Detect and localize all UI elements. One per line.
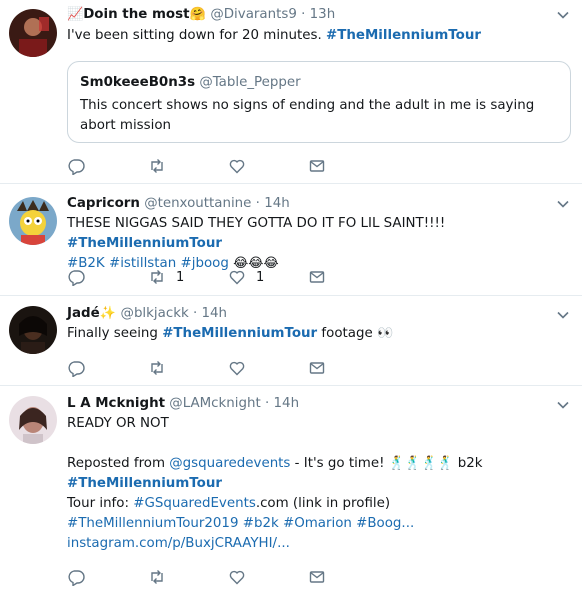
- tweet-actions: 1 1: [67, 266, 487, 288]
- quoted-tweet-text: This concert shows no signs of ending an…: [80, 98, 535, 133]
- separator-dot: ·: [255, 196, 260, 211]
- heart-icon: [228, 268, 246, 286]
- tweet[interactable]: 📈Doin the most🤗 @Divarants9 · 13h I've b…: [0, 0, 582, 184]
- like-button[interactable]: [228, 155, 246, 177]
- timestamp[interactable]: 14h: [264, 196, 290, 211]
- chevron-down-icon[interactable]: [556, 197, 570, 211]
- user-handle[interactable]: @LAMcknight: [169, 396, 260, 411]
- avatar[interactable]: [9, 396, 57, 444]
- avatar[interactable]: [9, 306, 57, 354]
- timeline-feed: 📈Doin the most🤗 @Divarants9 · 13h I've b…: [0, 0, 582, 600]
- hashtag-link[interactable]: #TheMillenniumTour: [326, 28, 481, 43]
- external-link[interactable]: instagram.com/p/BuxjCRAAYHI/...: [67, 536, 290, 551]
- direct-message-button[interactable]: [308, 155, 326, 177]
- dancer-emoji: 🕺🕺🕺🕺: [388, 456, 454, 471]
- display-name[interactable]: L A Mcknight: [67, 396, 165, 411]
- heart-icon: [228, 157, 246, 175]
- tweet-text: THESE NIGGAS SAID THEY GOTTA DO IT FO LI…: [67, 216, 446, 271]
- hashtag-link[interactable]: #TheMillenniumTour: [162, 326, 317, 341]
- separator-dot: ·: [192, 306, 198, 321]
- hashtag-link[interactable]: #TheMillenniumTour: [67, 236, 222, 251]
- hashtag-link[interactable]: #GSquaredEvents: [133, 496, 256, 511]
- retweet-icon: [148, 157, 166, 175]
- direct-message-button[interactable]: [308, 357, 326, 379]
- tweet-actions: [67, 155, 487, 177]
- tweet-actions: [67, 566, 487, 588]
- hug-emoji: 🤗: [189, 7, 206, 22]
- avatar[interactable]: [9, 9, 57, 57]
- tweet-text: READY OR NOT Reposted from @gsquaredeven…: [67, 416, 483, 551]
- mention-link[interactable]: @gsquaredevents: [169, 456, 290, 471]
- retweet-icon: [148, 359, 166, 377]
- user-handle[interactable]: @blkjackk: [121, 306, 189, 321]
- heart-icon: [228, 359, 246, 377]
- hashtag-list[interactable]: #TheMillenniumTour2019 #b2k #Omarion #Bo…: [67, 516, 414, 531]
- tweet-header: Capricorn @tenxouttanine · 14h: [67, 194, 290, 214]
- hashtag-link[interactable]: #TheMillenniumTour: [67, 476, 222, 491]
- tweet-header: L A Mcknight @LAMcknight · 14h: [67, 394, 299, 414]
- tweet-actions: [67, 357, 487, 379]
- separator-dot: ·: [265, 396, 270, 411]
- separator-dot: ·: [301, 7, 306, 22]
- reply-button[interactable]: [67, 266, 85, 288]
- direct-message-button[interactable]: [308, 266, 326, 288]
- display-name[interactable]: Jadé✨: [67, 306, 121, 321]
- tweet[interactable]: L A Mcknight @LAMcknight · 14h READY OR …: [0, 386, 582, 600]
- reply-icon: [67, 157, 85, 175]
- reply-icon: [67, 268, 85, 286]
- retweet-button[interactable]: 1: [148, 266, 184, 288]
- tweet-text: I've been sitting down for 20 minutes. #…: [67, 28, 481, 43]
- direct-message-button[interactable]: [308, 566, 326, 588]
- tweet-header: Jadé✨ @blkjackk · 14h: [67, 304, 227, 324]
- reply-icon: [67, 568, 85, 586]
- quoted-user-handle: @Table_Pepper: [199, 75, 301, 90]
- retweet-button[interactable]: [148, 155, 166, 177]
- mail-icon: [308, 157, 326, 175]
- quoted-display-name: Sm0keeeB0n3s: [80, 75, 196, 90]
- chevron-down-icon[interactable]: [556, 398, 570, 412]
- chart-emoji: 📈: [67, 7, 84, 22]
- sparkles-emoji: ✨: [99, 306, 116, 321]
- display-name[interactable]: 📈Doin the most🤗: [67, 7, 210, 22]
- retweet-count: 1: [176, 269, 185, 285]
- avatar[interactable]: [9, 197, 57, 245]
- retweet-icon: [148, 568, 166, 586]
- retweet-icon: [148, 268, 166, 286]
- reply-button[interactable]: [67, 566, 85, 588]
- reply-button[interactable]: [67, 357, 85, 379]
- mail-icon: [308, 359, 326, 377]
- tweet[interactable]: Jadé✨ @blkjackk · 14h Finally seeing #Th…: [0, 296, 582, 386]
- quoted-tweet-header: Sm0keeeB0n3s @Table_Pepper: [80, 74, 301, 92]
- quoted-tweet[interactable]: Sm0keeeB0n3s @Table_Pepper This concert …: [67, 61, 571, 143]
- eyes-emoji: 👀: [376, 326, 394, 341]
- retweet-button[interactable]: [148, 566, 166, 588]
- timestamp[interactable]: 14h: [202, 306, 228, 321]
- tweet-text: Finally seeing #TheMillenniumTour footag…: [67, 326, 394, 341]
- user-handle[interactable]: @Divarants9: [210, 7, 297, 22]
- timestamp[interactable]: 14h: [274, 396, 300, 411]
- mail-icon: [308, 268, 326, 286]
- chevron-down-icon[interactable]: [556, 8, 570, 22]
- heart-icon: [228, 568, 246, 586]
- reply-button[interactable]: [67, 155, 85, 177]
- retweet-button[interactable]: [148, 357, 166, 379]
- like-count: 1: [256, 269, 265, 285]
- display-name[interactable]: Capricorn: [67, 196, 140, 211]
- tweet-header: 📈Doin the most🤗 @Divarants9 · 13h: [67, 5, 335, 25]
- mail-icon: [308, 568, 326, 586]
- reply-icon: [67, 359, 85, 377]
- user-handle[interactable]: @tenxouttanine: [144, 196, 251, 211]
- like-button[interactable]: [228, 357, 246, 379]
- chevron-down-icon[interactable]: [556, 308, 570, 322]
- like-button[interactable]: [228, 566, 246, 588]
- tweet[interactable]: Capricorn @tenxouttanine · 14h THESE NIG…: [0, 184, 582, 296]
- timestamp[interactable]: 13h: [310, 7, 336, 22]
- like-button[interactable]: 1: [228, 266, 264, 288]
